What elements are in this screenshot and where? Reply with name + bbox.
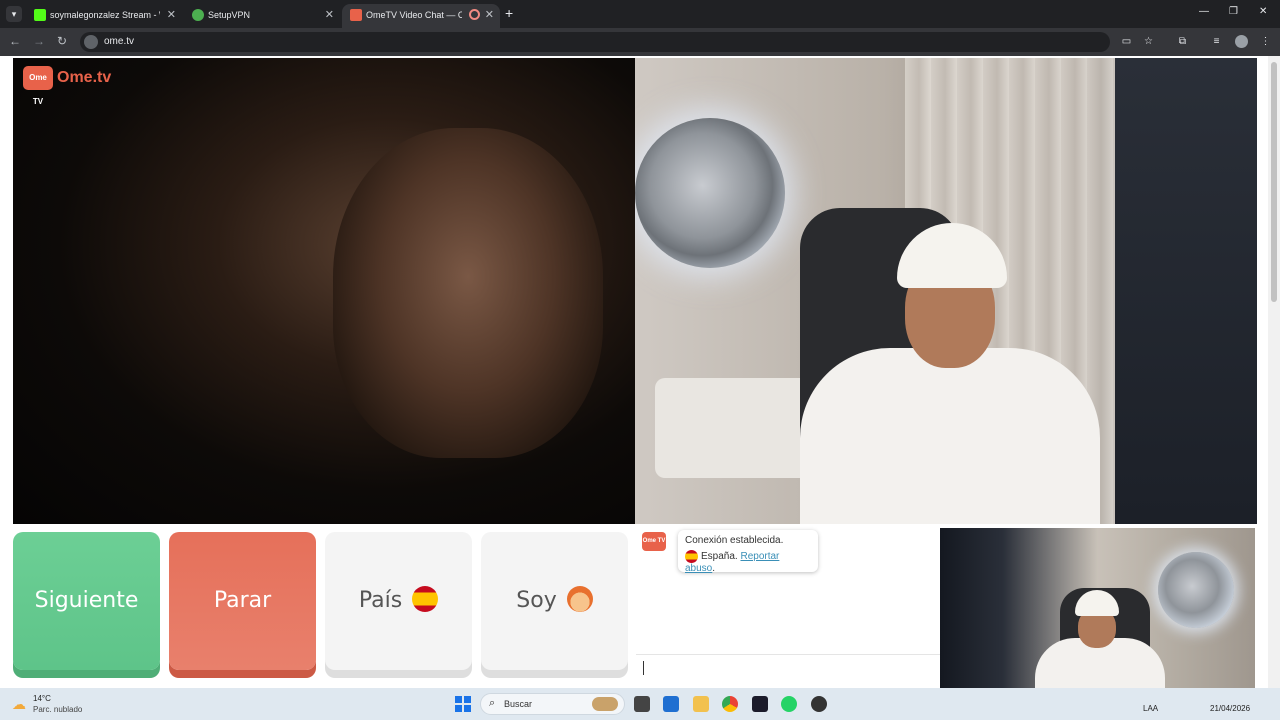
- url-text: ome.tv: [104, 36, 135, 47]
- person-body: [800, 348, 1100, 524]
- input-language[interactable]: LAA: [1143, 704, 1158, 713]
- ometv-logo-badge: Ome TV: [23, 66, 53, 106]
- windows-taskbar: ☁ 14°C Parc. nublado ⌕ Buscar LAA 21/04/…: [0, 688, 1280, 720]
- gender-button-label: Soy: [516, 588, 557, 613]
- report-suffix: .: [712, 563, 716, 574]
- stop-button[interactable]: Parar: [169, 532, 316, 670]
- tab-ometv[interactable]: OmeTV Video Chat — Ome ✕: [342, 4, 500, 28]
- profile-avatar[interactable]: [1235, 35, 1248, 48]
- menu-icon[interactable]: ⋮: [1259, 35, 1272, 48]
- partner-country: España.: [701, 551, 738, 563]
- taskbar-search[interactable]: ⌕ Buscar: [480, 693, 625, 715]
- ometv-page: Ome TV Ome.tv Siguiente Parar País Soy O…: [0, 56, 1280, 706]
- page-scrollbar[interactable]: [1268, 56, 1280, 688]
- recording-icon: [469, 9, 480, 20]
- night-window: [1115, 58, 1257, 524]
- moon-lamp: [635, 118, 785, 268]
- gender-button[interactable]: Soy: [481, 532, 628, 670]
- bookmark-star-icon[interactable]: ☆: [1142, 35, 1155, 48]
- search-icon: ⌕: [489, 697, 496, 709]
- chat-input[interactable]: [636, 654, 940, 680]
- boy-icon: [566, 586, 593, 612]
- close-icon[interactable]: ✕: [167, 8, 176, 21]
- self-video-large: [635, 58, 1257, 524]
- country-button[interactable]: País: [325, 532, 472, 670]
- browser-toolbar: ← → ↻ ome.tv ▭ ☆ ⧉ ≡ ⋮: [0, 28, 1280, 56]
- tab-kick[interactable]: soymalegonzalez Stream - Wat ✕: [26, 4, 182, 28]
- back-icon[interactable]: ←: [9, 34, 21, 48]
- site-info-icon[interactable]: [84, 35, 98, 49]
- browser-tab-bar: ▾ soymalegonzalez Stream - Wat ✕ SetupVP…: [0, 0, 1280, 28]
- connection-status: Conexión establecida.: [685, 535, 784, 546]
- cast-icon[interactable]: ▭: [1120, 35, 1133, 48]
- self-video-preview: [940, 528, 1255, 706]
- next-button-label: Siguiente: [34, 588, 139, 613]
- whatsapp-icon[interactable]: [781, 696, 797, 712]
- address-bar[interactable]: ome.tv: [80, 32, 1110, 52]
- chrome-icon[interactable]: [722, 696, 738, 712]
- spain-flag-icon: [685, 550, 698, 563]
- country-button-label: País: [358, 588, 403, 613]
- text-cursor: [643, 661, 644, 675]
- moon-lamp: [1158, 552, 1234, 628]
- spain-flag-icon: [412, 586, 439, 612]
- stranger-face: [333, 128, 603, 458]
- window-close-icon[interactable]: ✕: [1259, 6, 1267, 17]
- close-icon[interactable]: ✕: [485, 8, 494, 21]
- weather-condition: Parc. nublado: [33, 705, 83, 714]
- restore-icon[interactable]: ❐: [1229, 6, 1238, 17]
- search-highlight-icon: [592, 697, 618, 711]
- scrollbar-thumb[interactable]: [1271, 62, 1277, 302]
- file-explorer-icon[interactable]: [693, 696, 709, 712]
- stop-button-label: Parar: [213, 588, 272, 613]
- tab-label: soymalegonzalez Stream - Wat: [50, 10, 160, 20]
- store-icon[interactable]: [663, 696, 679, 712]
- tab-setupvpn[interactable]: SetupVPN ✕: [184, 4, 340, 28]
- weather-temperature: 14°C: [33, 694, 51, 703]
- stranger-video: Ome TV Ome.tv: [13, 58, 635, 524]
- vpn-icon: [192, 9, 204, 21]
- next-button[interactable]: Siguiente: [13, 532, 160, 670]
- forward-icon[interactable]: →: [33, 34, 45, 48]
- close-icon[interactable]: ✕: [325, 8, 334, 21]
- weather-icon[interactable]: ☁: [12, 695, 30, 713]
- chat-logo: Ome TV: [642, 532, 666, 551]
- reload-icon[interactable]: ↻: [57, 34, 67, 48]
- new-tab-icon[interactable]: +: [505, 5, 513, 21]
- extensions-icon[interactable]: ⧉: [1176, 35, 1189, 48]
- media-controls-icon[interactable]: ≡: [1210, 35, 1223, 48]
- windows-start-icon[interactable]: [455, 696, 471, 712]
- chat-panel: Ome TV Conexión establecida. España. Rep…: [636, 526, 940, 680]
- obs-icon[interactable]: [811, 696, 827, 712]
- search-placeholder: Buscar: [504, 699, 533, 709]
- ometv-icon: [350, 9, 362, 21]
- app-icon[interactable]: [752, 696, 768, 712]
- kick-icon: [34, 9, 46, 21]
- minimize-icon[interactable]: —: [1199, 6, 1209, 17]
- task-view-icon[interactable]: [634, 696, 650, 712]
- ometv-logo-text: Ome.tv: [57, 69, 112, 86]
- tab-label: SetupVPN: [208, 10, 251, 20]
- system-date[interactable]: 21/04/2026: [1210, 704, 1250, 713]
- tab-search-icon[interactable]: ▾: [6, 6, 22, 22]
- tab-label: OmeTV Video Chat — Ome: [366, 10, 462, 20]
- system-message: Conexión establecida. España. Reportar a…: [678, 530, 818, 574]
